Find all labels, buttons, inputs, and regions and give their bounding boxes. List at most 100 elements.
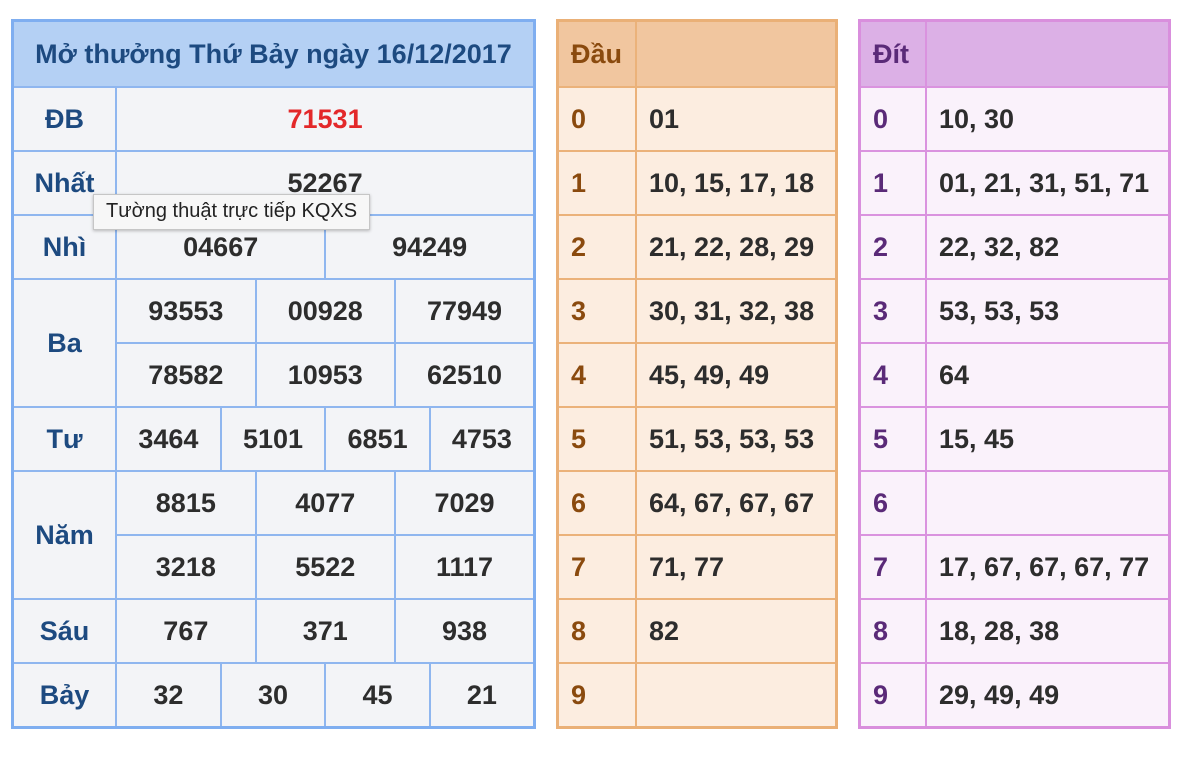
dau-digit: 9 xyxy=(556,662,637,729)
dit-values: 53, 53, 53 xyxy=(925,278,1171,344)
lottery-result-table: Mở thưởng Thứ Bảy ngày 16/12/2017 ĐB 715… xyxy=(11,19,536,729)
prize-row-tu: Tư 3464 5101 6851 4753 xyxy=(11,406,536,472)
dau-values xyxy=(635,662,838,729)
dau-row: 2 21, 22, 28, 29 xyxy=(556,214,838,280)
dit-values: 29, 49, 49 xyxy=(925,662,1171,729)
prize-label-db: ĐB xyxy=(11,86,118,152)
dit-row: 8 18, 28, 38 xyxy=(858,598,1171,664)
prize-number: 767 xyxy=(115,598,257,664)
prize-number: 45 xyxy=(324,662,431,729)
dau-values: 30, 31, 32, 38 xyxy=(635,278,838,344)
dau-values: 01 xyxy=(635,86,838,152)
dau-header-values xyxy=(635,19,838,88)
dau-values: 45, 49, 49 xyxy=(635,342,838,408)
live-report-tooltip: Tường thuật trực tiếp KQXS xyxy=(93,194,371,230)
dit-values: 17, 67, 67, 67, 77 xyxy=(925,534,1171,600)
prize-number: 21 xyxy=(428,662,536,729)
dit-values: 22, 32, 82 xyxy=(925,214,1171,280)
prize-number: 10953 xyxy=(254,342,396,408)
dit-row: 4 64 xyxy=(858,342,1171,408)
dau-values: 71, 77 xyxy=(635,534,838,600)
dau-values: 10, 15, 17, 18 xyxy=(635,150,838,216)
dit-digit: 0 xyxy=(858,86,927,152)
prize-row-nam: Năm 8815 4077 7029 xyxy=(11,470,536,600)
dau-row: 4 45, 49, 49 xyxy=(556,342,838,408)
dit-digit: 3 xyxy=(858,278,927,344)
prize-label-nam: Năm xyxy=(11,470,118,600)
prize-number: 78582 xyxy=(115,342,257,408)
dau-row: 3 30, 31, 32, 38 xyxy=(556,278,838,344)
prize-row-bay: Bảy 32 30 45 21 xyxy=(11,662,536,729)
prize-row-sau: Sáu 767 371 938 xyxy=(11,598,536,664)
prize-number: 5101 xyxy=(219,406,327,472)
prize-number: 6851 xyxy=(324,406,431,472)
prize-number: 71531 xyxy=(115,86,536,152)
dau-digit: 4 xyxy=(556,342,637,408)
dau-row: 1 10, 15, 17, 18 xyxy=(556,150,838,216)
prize-number: 30 xyxy=(219,662,327,729)
prize-label-sau: Sáu xyxy=(11,598,118,664)
dau-digit: 2 xyxy=(556,214,637,280)
prize-number: 00928 xyxy=(254,278,396,344)
dit-row: 0 10, 30 xyxy=(858,86,1171,152)
prize-label-ba: Ba xyxy=(11,278,118,408)
result-title: Mở thưởng Thứ Bảy ngày 16/12/2017 xyxy=(11,19,536,88)
dit-digit: 6 xyxy=(858,470,927,536)
dit-header-values xyxy=(925,19,1171,88)
dau-digit: 3 xyxy=(556,278,637,344)
prize-number: 4753 xyxy=(428,406,536,472)
prize-number: 371 xyxy=(254,598,396,664)
dit-row: 3 53, 53, 53 xyxy=(858,278,1171,344)
dau-values: 64, 67, 67, 67 xyxy=(635,470,838,536)
dau-row: 0 01 xyxy=(556,86,838,152)
prize-number: 3464 xyxy=(115,406,222,472)
prize-row-ba: Ba 93553 00928 77949 xyxy=(11,278,536,408)
dit-row: 2 22, 32, 82 xyxy=(858,214,1171,280)
dau-row: 5 51, 53, 53, 53 xyxy=(556,406,838,472)
dau-digit: 8 xyxy=(556,598,637,664)
prize-number: 62510 xyxy=(393,342,536,408)
dit-header: Đít xyxy=(858,19,927,88)
prize-label-tu: Tư xyxy=(11,406,118,472)
dit-values: 18, 28, 38 xyxy=(925,598,1171,664)
dit-row: 9 29, 49, 49 xyxy=(858,662,1171,729)
prize-number: 938 xyxy=(393,598,536,664)
prize-label-bay: Bảy xyxy=(11,662,118,729)
dau-digit: 7 xyxy=(556,534,637,600)
dau-digit: 6 xyxy=(556,470,637,536)
dau-header: Đầu xyxy=(556,19,637,88)
dau-values: 51, 53, 53, 53 xyxy=(635,406,838,472)
dit-row: 7 17, 67, 67, 67, 77 xyxy=(858,534,1171,600)
dit-table: Đít 0 10, 30 1 01, 21, 31, 51, 71 2 22, 32,… xyxy=(858,19,1171,729)
dau-digit: 1 xyxy=(556,150,637,216)
dau-row: 8 82 xyxy=(556,598,838,664)
dit-digit: 9 xyxy=(858,662,927,729)
dit-row: 6 xyxy=(858,470,1171,536)
dit-values xyxy=(925,470,1171,536)
dit-digit: 5 xyxy=(858,406,927,472)
dit-digit: 8 xyxy=(858,598,927,664)
prize-number: 93553 xyxy=(115,278,257,344)
dau-row: 6 64, 67, 67, 67 xyxy=(556,470,838,536)
dau-digit: 0 xyxy=(556,86,637,152)
dau-values: 82 xyxy=(635,598,838,664)
dau-values: 21, 22, 28, 29 xyxy=(635,214,838,280)
dit-digit: 2 xyxy=(858,214,927,280)
dit-values: 10, 30 xyxy=(925,86,1171,152)
prize-number: 3218 xyxy=(115,534,257,600)
dit-row: 1 01, 21, 31, 51, 71 xyxy=(858,150,1171,216)
prize-number: 8815 xyxy=(115,470,257,536)
dit-values: 64 xyxy=(925,342,1171,408)
dit-values: 15, 45 xyxy=(925,406,1171,472)
prize-number: 77949 xyxy=(393,278,536,344)
dau-row: 9 xyxy=(556,662,838,729)
prize-number: 5522 xyxy=(254,534,396,600)
dau-table: Đầu 0 01 1 10, 15, 17, 18 2 21, 22, 28, 29 … xyxy=(556,19,838,729)
prize-number: 1117 xyxy=(393,534,536,600)
dit-digit: 7 xyxy=(858,534,927,600)
prize-number: 7029 xyxy=(393,470,536,536)
prize-number: 4077 xyxy=(254,470,396,536)
dit-values: 01, 21, 31, 51, 71 xyxy=(925,150,1171,216)
dau-digit: 5 xyxy=(556,406,637,472)
dau-row: 7 71, 77 xyxy=(556,534,838,600)
